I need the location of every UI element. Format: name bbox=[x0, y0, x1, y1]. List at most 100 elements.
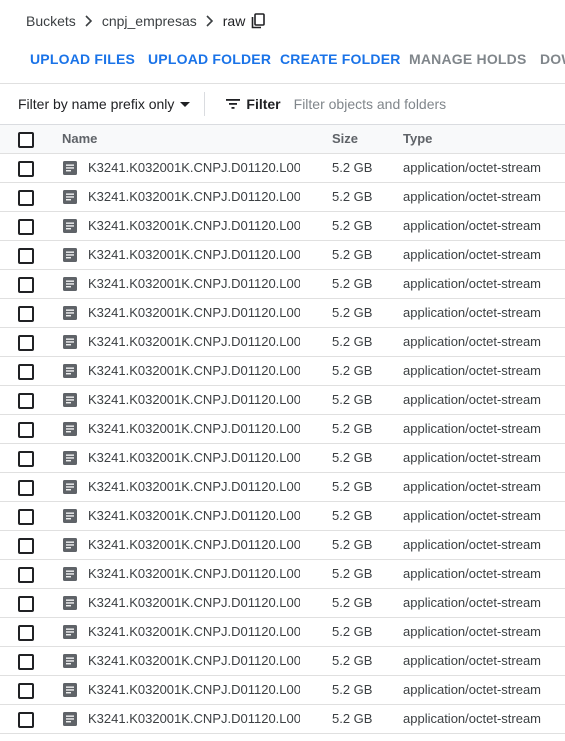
row-checkbox[interactable] bbox=[18, 219, 34, 235]
table-row[interactable]: K3241.K032001K.CNPJ.D01120.L00 5.2 GB ap… bbox=[0, 444, 565, 473]
row-checkbox[interactable] bbox=[18, 480, 34, 496]
object-type: application/octet-stream bbox=[403, 682, 542, 697]
object-size: 5.2 GB bbox=[332, 653, 373, 668]
object-name-link[interactable]: K3241.K032001K.CNPJ.D01120.L00 bbox=[88, 589, 300, 617]
object-name-link[interactable]: K3241.K032001K.CNPJ.D01120.L00 bbox=[88, 328, 300, 356]
table-row[interactable]: K3241.K032001K.CNPJ.D01120.L00 5.2 GB ap… bbox=[0, 647, 565, 676]
file-icon bbox=[63, 219, 77, 233]
breadcrumb-item-bucket[interactable]: cnpj_empresas bbox=[102, 13, 197, 29]
object-name-link[interactable]: K3241.K032001K.CNPJ.D01120.L00 bbox=[88, 705, 300, 733]
chevron-right-icon bbox=[197, 15, 223, 27]
row-checkbox[interactable] bbox=[18, 393, 34, 409]
object-name-link[interactable]: K3241.K032001K.CNPJ.D01120.L00 bbox=[88, 183, 300, 211]
table-row[interactable]: K3241.K032001K.CNPJ.D01120.L00 5.2 GB ap… bbox=[0, 212, 565, 241]
object-name-link[interactable]: K3241.K032001K.CNPJ.D01120.L00 bbox=[88, 531, 300, 559]
file-icon bbox=[63, 480, 77, 494]
object-name-link[interactable]: K3241.K032001K.CNPJ.D01120.L00 bbox=[88, 473, 300, 501]
row-checkbox[interactable] bbox=[18, 654, 34, 670]
row-checkbox[interactable] bbox=[18, 306, 34, 322]
table-row[interactable]: K3241.K032001K.CNPJ.D01120.L00 5.2 GB ap… bbox=[0, 415, 565, 444]
row-checkbox[interactable] bbox=[18, 335, 34, 351]
table-row[interactable]: K3241.K032001K.CNPJ.D01120.L00 5.2 GB ap… bbox=[0, 241, 565, 270]
table-body: K3241.K032001K.CNPJ.D01120.L00 5.2 GB ap… bbox=[0, 154, 565, 734]
table-row[interactable]: K3241.K032001K.CNPJ.D01120.L00 5.2 GB ap… bbox=[0, 676, 565, 705]
object-name-link[interactable]: K3241.K032001K.CNPJ.D01120.L00 bbox=[88, 560, 300, 588]
row-checkbox[interactable] bbox=[18, 567, 34, 583]
object-size: 5.2 GB bbox=[332, 160, 373, 175]
object-name-link[interactable]: K3241.K032001K.CNPJ.D01120.L00 bbox=[88, 357, 300, 385]
object-name-link[interactable]: K3241.K032001K.CNPJ.D01120.L00 bbox=[88, 386, 300, 414]
column-header-name[interactable]: Name bbox=[62, 125, 262, 153]
row-checkbox[interactable] bbox=[18, 596, 34, 612]
table-row[interactable]: K3241.K032001K.CNPJ.D01120.L00 5.2 GB ap… bbox=[0, 502, 565, 531]
object-size: 5.2 GB bbox=[332, 682, 373, 697]
filter-input[interactable] bbox=[293, 96, 494, 112]
copy-icon[interactable] bbox=[251, 13, 266, 29]
upload-folder-button[interactable]: UPLOAD FOLDER bbox=[148, 42, 271, 76]
object-name-link[interactable]: K3241.K032001K.CNPJ.D01120.L00 bbox=[88, 647, 300, 675]
object-type: application/octet-stream bbox=[403, 479, 542, 494]
table-row[interactable]: K3241.K032001K.CNPJ.D01120.L00 5.2 GB ap… bbox=[0, 154, 565, 183]
file-icon bbox=[63, 335, 77, 349]
object-name-link[interactable]: K3241.K032001K.CNPJ.D01120.L00 bbox=[88, 270, 300, 298]
table-row[interactable]: K3241.K032001K.CNPJ.D01120.L00 5.2 GB ap… bbox=[0, 183, 565, 212]
row-checkbox[interactable] bbox=[18, 364, 34, 380]
download-button[interactable]: DOW bbox=[540, 42, 565, 76]
object-name-link[interactable]: K3241.K032001K.CNPJ.D01120.L00 bbox=[88, 502, 300, 530]
object-name-link[interactable]: K3241.K032001K.CNPJ.D01120.L00 bbox=[88, 618, 300, 646]
filter-bar: Filter by name prefix only Filter bbox=[0, 83, 565, 125]
table-row[interactable]: K3241.K032001K.CNPJ.D01120.L00 5.2 GB ap… bbox=[0, 299, 565, 328]
row-checkbox[interactable] bbox=[18, 712, 34, 728]
row-checkbox[interactable] bbox=[18, 161, 34, 177]
row-checkbox[interactable] bbox=[18, 538, 34, 554]
upload-files-button[interactable]: UPLOAD FILES bbox=[30, 42, 135, 76]
object-name-link[interactable]: K3241.K032001K.CNPJ.D01120.L00 bbox=[88, 241, 300, 269]
table-row[interactable]: K3241.K032001K.CNPJ.D01120.L00 5.2 GB ap… bbox=[0, 560, 565, 589]
object-name-link[interactable]: K3241.K032001K.CNPJ.D01120.L00 bbox=[88, 299, 300, 327]
row-checkbox[interactable] bbox=[18, 451, 34, 467]
table-row[interactable]: K3241.K032001K.CNPJ.D01120.L00 5.2 GB ap… bbox=[0, 357, 565, 386]
table-row[interactable]: K3241.K032001K.CNPJ.D01120.L00 5.2 GB ap… bbox=[0, 589, 565, 618]
object-name-link[interactable]: K3241.K032001K.CNPJ.D01120.L00 bbox=[88, 212, 300, 240]
row-checkbox[interactable] bbox=[18, 683, 34, 699]
file-icon bbox=[63, 567, 77, 581]
row-checkbox[interactable] bbox=[18, 422, 34, 438]
file-icon bbox=[63, 654, 77, 668]
object-size: 5.2 GB bbox=[332, 189, 373, 204]
select-all-checkbox[interactable] bbox=[18, 132, 34, 148]
object-size: 5.2 GB bbox=[332, 450, 373, 465]
table-row[interactable]: K3241.K032001K.CNPJ.D01120.L00 5.2 GB ap… bbox=[0, 473, 565, 502]
object-type: application/octet-stream bbox=[403, 595, 542, 610]
object-size: 5.2 GB bbox=[332, 305, 373, 320]
row-checkbox[interactable] bbox=[18, 190, 34, 206]
file-icon bbox=[63, 538, 77, 552]
table-row[interactable]: K3241.K032001K.CNPJ.D01120.L00 5.2 GB ap… bbox=[0, 705, 565, 734]
object-type: application/octet-stream bbox=[403, 392, 542, 407]
table-row[interactable]: K3241.K032001K.CNPJ.D01120.L00 5.2 GB ap… bbox=[0, 328, 565, 357]
create-folder-button[interactable]: CREATE FOLDER bbox=[280, 42, 401, 76]
object-size: 5.2 GB bbox=[332, 508, 373, 523]
table-row[interactable]: K3241.K032001K.CNPJ.D01120.L00 5.2 GB ap… bbox=[0, 386, 565, 415]
row-checkbox[interactable] bbox=[18, 277, 34, 293]
object-type: application/octet-stream bbox=[403, 421, 542, 436]
row-checkbox[interactable] bbox=[18, 509, 34, 525]
table-row[interactable]: K3241.K032001K.CNPJ.D01120.L00 5.2 GB ap… bbox=[0, 618, 565, 647]
column-header-size[interactable]: Size bbox=[332, 125, 392, 153]
object-name-link[interactable]: K3241.K032001K.CNPJ.D01120.L00 bbox=[88, 154, 300, 182]
manage-holds-button[interactable]: MANAGE HOLDS bbox=[409, 42, 527, 76]
filter-button[interactable]: Filter bbox=[226, 96, 281, 112]
file-icon bbox=[63, 683, 77, 697]
breadcrumb-item-buckets[interactable]: Buckets bbox=[26, 13, 76, 29]
table-row[interactable]: K3241.K032001K.CNPJ.D01120.L00 5.2 GB ap… bbox=[0, 270, 565, 299]
table-row[interactable]: K3241.K032001K.CNPJ.D01120.L00 5.2 GB ap… bbox=[0, 531, 565, 560]
object-size: 5.2 GB bbox=[332, 537, 373, 552]
row-checkbox[interactable] bbox=[18, 248, 34, 264]
column-header-type[interactable]: Type bbox=[403, 125, 553, 153]
object-name-link[interactable]: K3241.K032001K.CNPJ.D01120.L00 bbox=[88, 444, 300, 472]
object-name-link[interactable]: K3241.K032001K.CNPJ.D01120.L00 bbox=[88, 676, 300, 704]
object-type: application/octet-stream bbox=[403, 566, 542, 581]
file-icon bbox=[63, 306, 77, 320]
object-name-link[interactable]: K3241.K032001K.CNPJ.D01120.L00 bbox=[88, 415, 300, 443]
row-checkbox[interactable] bbox=[18, 625, 34, 641]
filter-mode-dropdown[interactable]: Filter by name prefix only bbox=[18, 96, 191, 112]
